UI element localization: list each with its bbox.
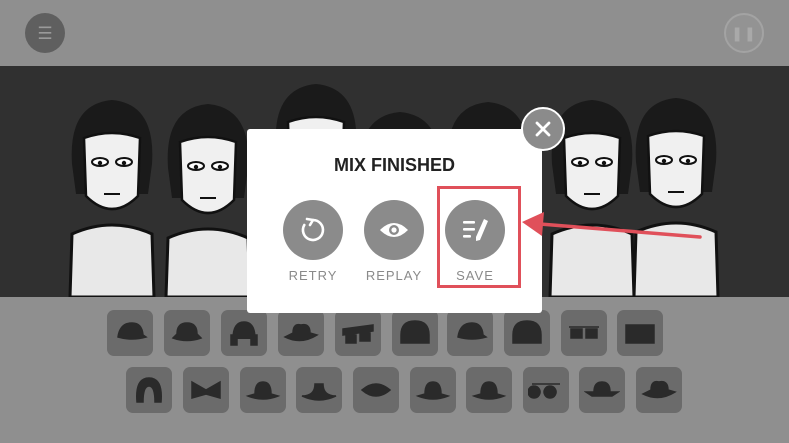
annotation-arrow bbox=[522, 212, 702, 239]
